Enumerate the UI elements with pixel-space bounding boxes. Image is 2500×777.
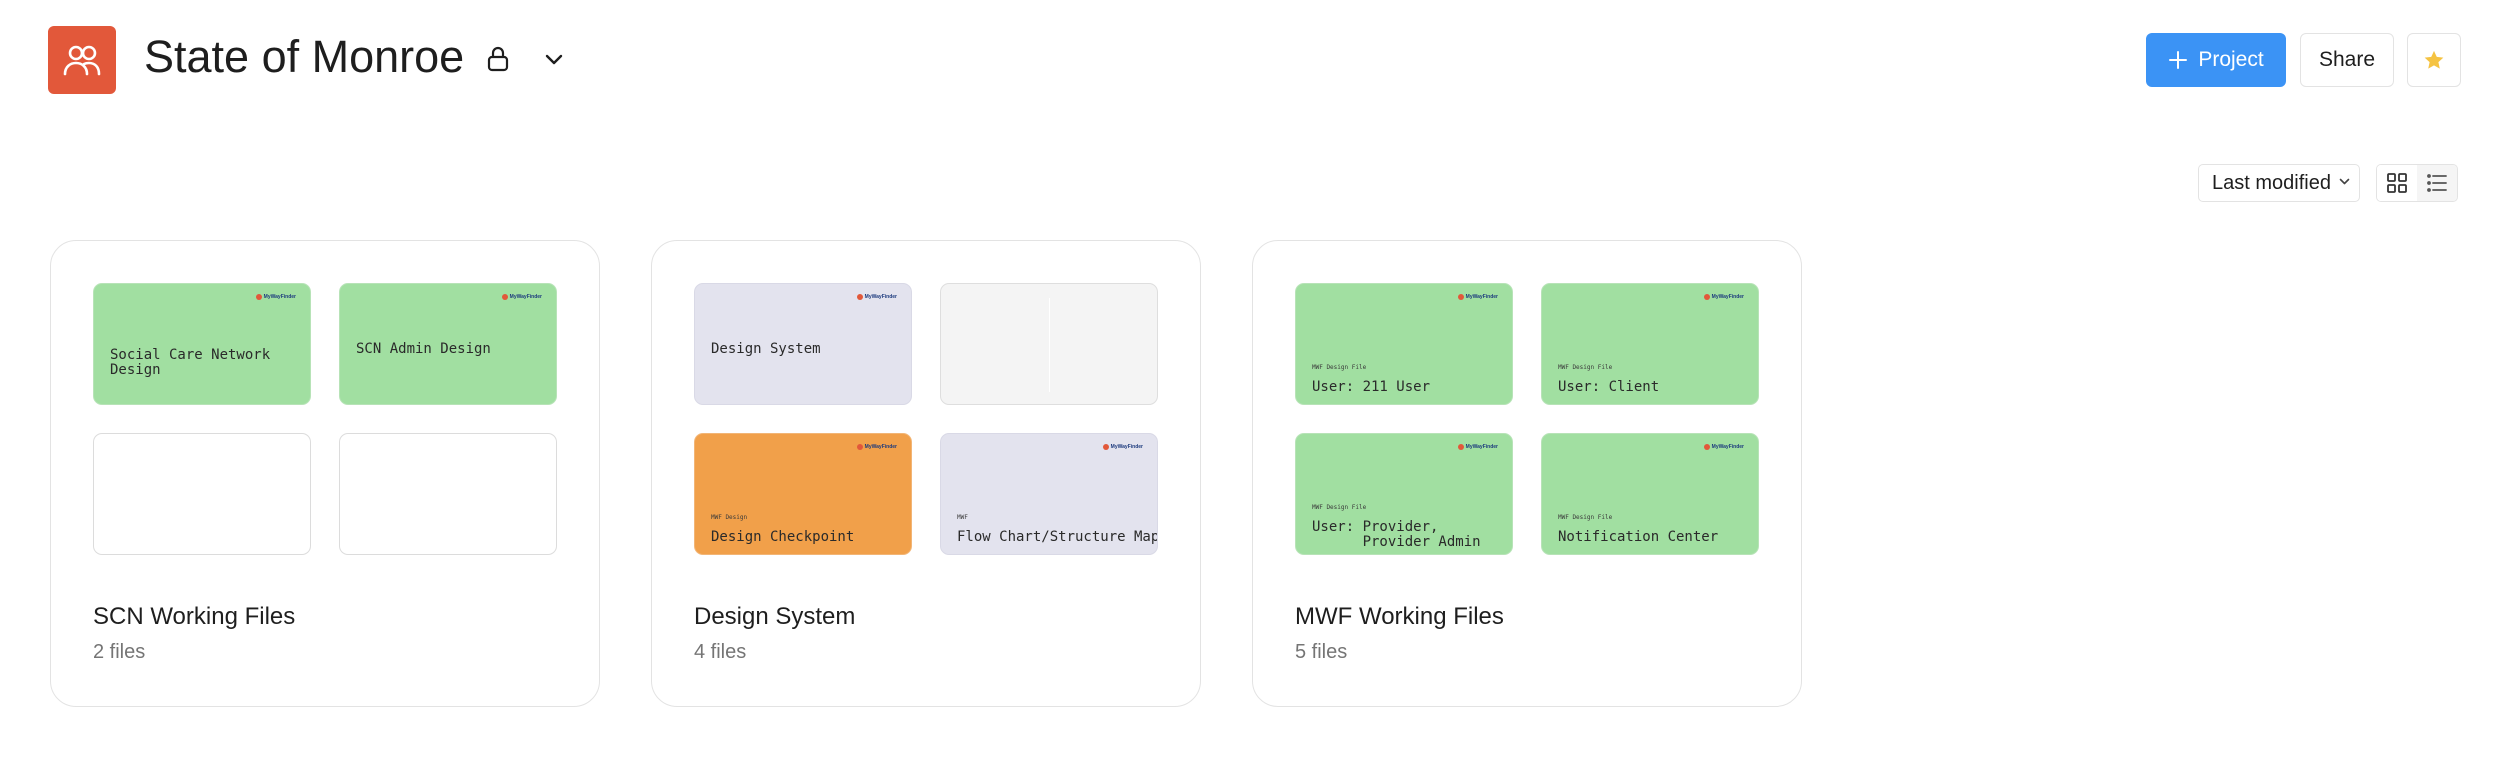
brand-text: MyWayFinder bbox=[1711, 444, 1744, 450]
file-thumbnail[interactable] bbox=[940, 283, 1158, 405]
brand-logo: MyWayFinder bbox=[856, 294, 897, 300]
brand-dot-icon bbox=[1457, 294, 1464, 300]
chevron-down-icon[interactable] bbox=[540, 46, 568, 74]
project-file-count: 5 files bbox=[1295, 641, 1348, 663]
sort-select[interactable]: Last modified bbox=[2198, 164, 2360, 202]
plus-icon bbox=[2169, 51, 2188, 69]
brand-logo: MyWayFinder bbox=[255, 294, 296, 300]
thumbnail-title: Flow Chart/Structure Map bbox=[957, 529, 1158, 545]
thumbnail-caption: MWF Design File bbox=[1312, 504, 1367, 511]
view-toggle bbox=[2376, 164, 2458, 202]
team-icon bbox=[63, 45, 101, 76]
brand-logo: MyWayFinder bbox=[501, 294, 542, 300]
brand-dot-icon bbox=[856, 444, 863, 450]
file-thumbnail[interactable]: MyWayFinder SCN Admin Design bbox=[339, 283, 557, 405]
lock-icon bbox=[484, 44, 512, 74]
file-thumbnail[interactable]: MyWayFinder MWF Design File Notification C… bbox=[1541, 433, 1759, 555]
brand-dot-icon bbox=[1703, 444, 1710, 450]
file-thumbnail[interactable]: MyWayFinder Design System bbox=[694, 283, 912, 405]
file-thumbnail[interactable]: MyWayFinder MWF Design File User: 211 User bbox=[1295, 283, 1513, 405]
brand-text: MyWayFinder bbox=[1110, 444, 1143, 450]
thumbnail-title: Notification Center bbox=[1558, 529, 1719, 545]
thumbnail-title: Social Care Network Design bbox=[110, 347, 271, 378]
thumbnail-title: Design System bbox=[711, 341, 821, 357]
brand-text: MyWayFinder bbox=[1465, 294, 1498, 300]
file-thumbnail[interactable] bbox=[339, 433, 557, 555]
share-button[interactable]: Share bbox=[2300, 33, 2394, 87]
thumbnail-caption: MWF Design File bbox=[1558, 364, 1613, 371]
brand-text: MyWayFinder bbox=[864, 444, 897, 450]
brand-dot-icon bbox=[501, 294, 508, 300]
project-card[interactable]: MyWayFinder MWF Design File User: 211 User… bbox=[1252, 240, 1802, 707]
file-thumbnail[interactable]: MyWayFinder MWF Design File User: Provider… bbox=[1295, 433, 1513, 555]
grid-view-button[interactable] bbox=[2377, 165, 2417, 201]
thumbnail-title: User: Client bbox=[1558, 379, 1660, 395]
sort-label: Last modified bbox=[2212, 171, 2331, 194]
brand-dot-icon bbox=[1102, 444, 1109, 450]
brand-dot-icon bbox=[1457, 444, 1464, 450]
thumbnail-caption: MWF Design File bbox=[1558, 514, 1613, 521]
new-project-button[interactable]: Project bbox=[2146, 33, 2286, 87]
file-thumbnail[interactable] bbox=[93, 433, 311, 555]
thumbnail-title: Design Checkpoint bbox=[711, 529, 855, 545]
project-file-count: 4 files bbox=[694, 641, 747, 663]
project-name: SCN Working Files bbox=[93, 603, 296, 630]
chevron-down-icon bbox=[2339, 178, 2350, 185]
project-file-count: 2 files bbox=[93, 641, 146, 663]
brand-logo: MyWayFinder bbox=[1457, 294, 1498, 300]
file-thumbnail[interactable]: MyWayFinder MWF Design Design Checkpoint bbox=[694, 433, 912, 555]
brand-text: MyWayFinder bbox=[864, 294, 897, 300]
brand-logo: MyWayFinder bbox=[1102, 444, 1143, 450]
file-thumbnail[interactable]: MyWayFinder MWF Design File User: Client bbox=[1541, 283, 1759, 405]
project-name: Design System bbox=[694, 603, 856, 630]
thumbnail-caption: MWF Design bbox=[711, 514, 748, 521]
new-project-label: Project bbox=[2198, 48, 2264, 71]
brand-text: MyWayFinder bbox=[509, 294, 542, 300]
brand-text: MyWayFinder bbox=[1465, 444, 1498, 450]
brand-logo: MyWayFinder bbox=[1457, 444, 1498, 450]
brand-logo: MyWayFinder bbox=[1703, 444, 1744, 450]
file-thumbnail[interactable]: MyWayFinder Social Care Network Design bbox=[93, 283, 311, 405]
project-card[interactable]: MyWayFinder Design System MyWayFinder MWF D… bbox=[651, 240, 1201, 707]
brand-logo: MyWayFinder bbox=[1703, 294, 1744, 300]
page-title: State of Monroe bbox=[144, 31, 465, 82]
thumbnail-title: User: Provider, Provider Admin bbox=[1312, 519, 1481, 550]
brand-dot-icon bbox=[1703, 294, 1710, 300]
project-card[interactable]: MyWayFinder Social Care Network Design MyW… bbox=[50, 240, 600, 707]
thumbnail-title: User: 211 User bbox=[1312, 379, 1431, 395]
project-name: MWF Working Files bbox=[1295, 603, 1504, 630]
list-icon bbox=[2427, 174, 2447, 192]
thumbnail-title: SCN Admin Design bbox=[356, 341, 491, 357]
brand-dot-icon bbox=[856, 294, 863, 300]
brand-dot-icon bbox=[255, 294, 262, 300]
star-icon bbox=[2424, 50, 2444, 69]
favorite-button[interactable] bbox=[2407, 33, 2461, 87]
grid-icon bbox=[2387, 173, 2407, 193]
file-thumbnail[interactable]: MyWayFinder MWF Flow Chart/Structure Map bbox=[940, 433, 1158, 555]
thumbnail-divider bbox=[1049, 298, 1050, 392]
thumbnail-caption: MWF bbox=[957, 514, 968, 521]
brand-logo: MyWayFinder bbox=[856, 444, 897, 450]
team-avatar bbox=[48, 26, 116, 94]
brand-text: MyWayFinder bbox=[1711, 294, 1744, 300]
brand-text: MyWayFinder bbox=[263, 294, 296, 300]
list-view-button[interactable] bbox=[2417, 165, 2457, 201]
thumbnail-caption: MWF Design File bbox=[1312, 364, 1367, 371]
